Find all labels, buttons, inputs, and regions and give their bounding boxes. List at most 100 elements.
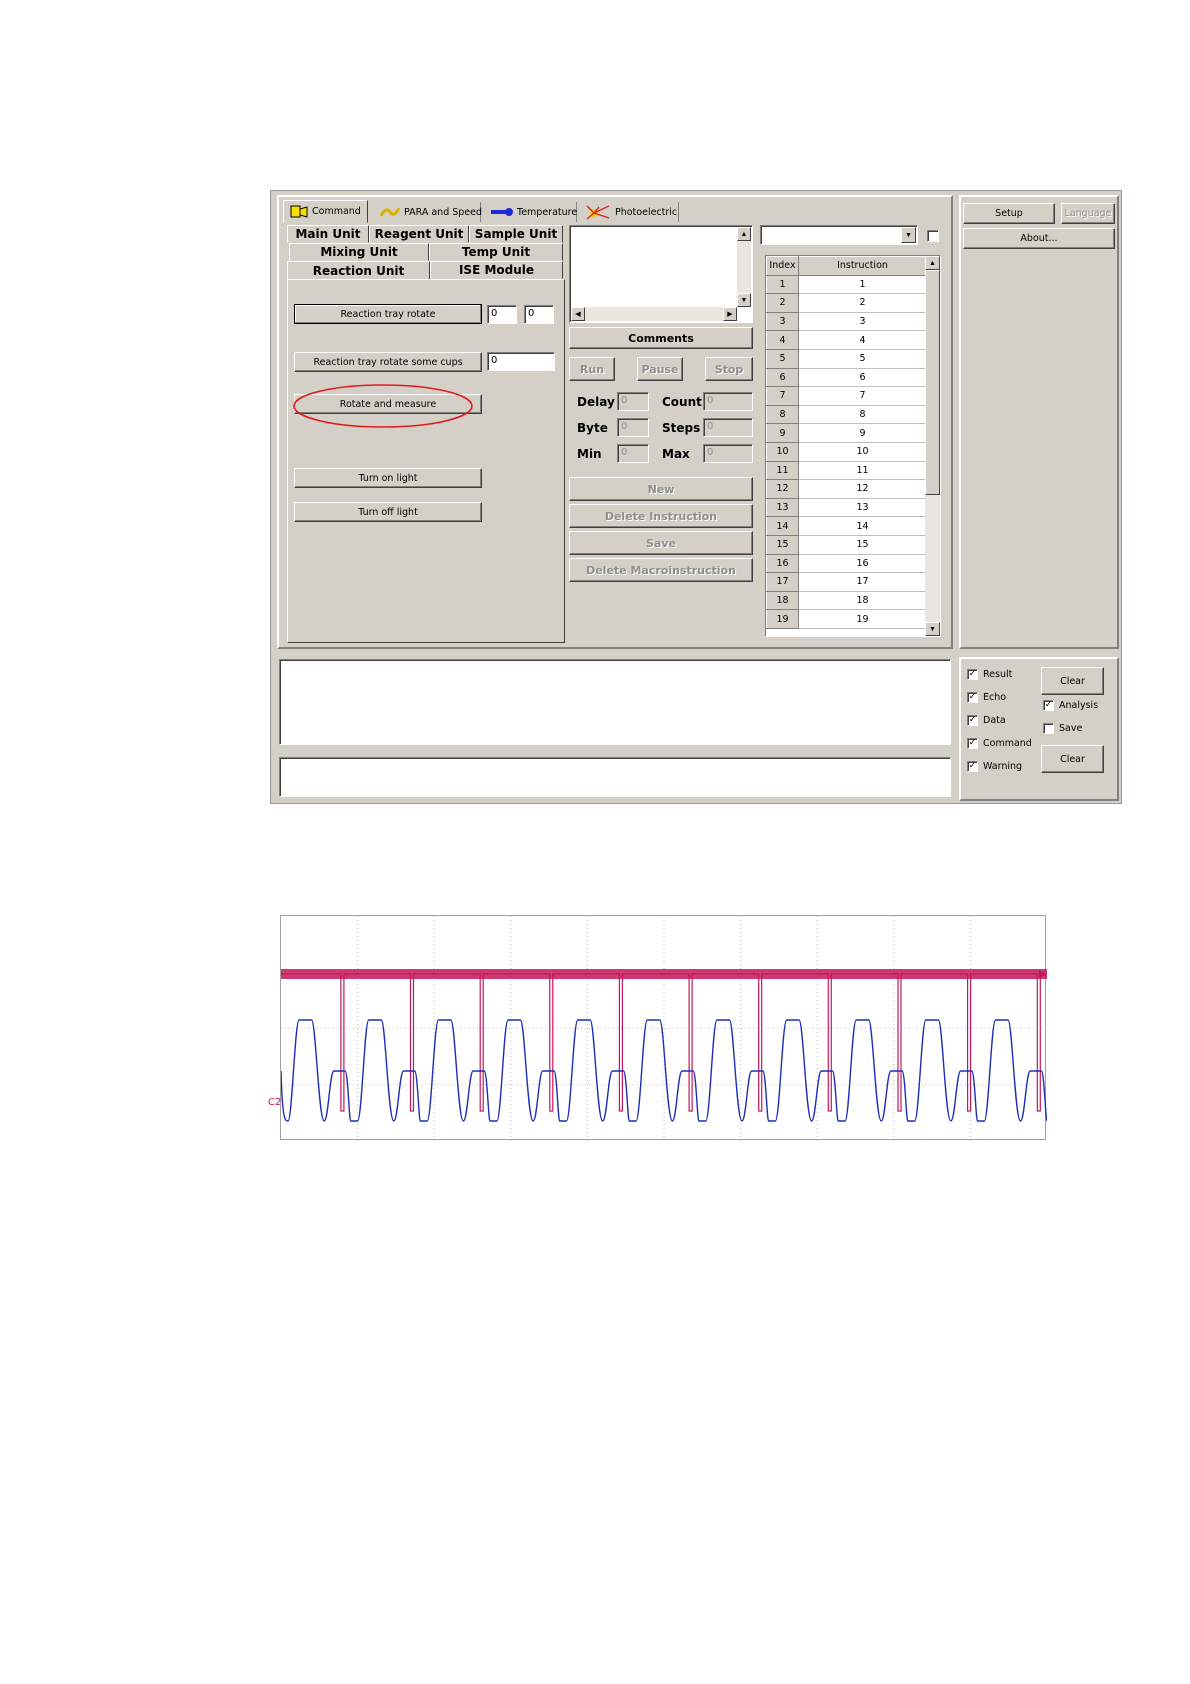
max-input[interactable]: 0 xyxy=(703,444,753,463)
log-output-area[interactable] xyxy=(279,659,951,745)
command-input-area[interactable] xyxy=(279,757,951,797)
row-instruction-cell[interactable]: 1 xyxy=(798,275,927,295)
tab-temp-unit[interactable]: Temp Unit xyxy=(429,243,563,261)
table-row[interactable]: 88 xyxy=(766,404,927,425)
comments-button[interactable]: Comments xyxy=(569,327,753,349)
language-button[interactable]: Language xyxy=(1061,203,1115,224)
data-checkbox[interactable]: ✓ Data xyxy=(967,715,1006,726)
instruction-dropdown[interactable]: ▼ xyxy=(760,225,918,245)
comments-hscrollbar[interactable]: ◀ ▶ xyxy=(571,307,737,321)
row-instruction-cell[interactable]: 9 xyxy=(798,423,927,443)
save-button[interactable]: Save xyxy=(569,531,753,555)
count-input[interactable]: 0 xyxy=(703,392,753,411)
rotate-value-2-input[interactable]: 0 xyxy=(524,305,554,324)
tab-reagent-unit[interactable]: Reagent Unit xyxy=(369,225,469,243)
comments-vscrollbar[interactable]: ▲ ▼ xyxy=(737,227,751,307)
turn-off-light-button[interactable]: Turn off light xyxy=(294,502,482,522)
row-instruction-cell[interactable]: 17 xyxy=(798,572,927,592)
table-row[interactable]: 22 xyxy=(766,293,927,313)
row-instruction-cell[interactable]: 16 xyxy=(798,554,927,574)
row-instruction-cell[interactable]: 13 xyxy=(798,498,927,518)
byte-input[interactable]: 0 xyxy=(617,418,649,437)
setup-button[interactable]: Setup xyxy=(963,203,1055,224)
tab-command[interactable]: Command xyxy=(283,200,368,223)
analysis-checkbox[interactable]: ✓ Analysis xyxy=(1043,700,1098,711)
row-instruction-cell[interactable]: 3 xyxy=(798,312,927,332)
tab-reaction-unit[interactable]: Reaction Unit xyxy=(287,261,430,279)
comments-textarea[interactable]: ▲ ▼ ◀ ▶ xyxy=(569,225,753,323)
clear-command-button[interactable]: Clear xyxy=(1041,745,1104,773)
run-button[interactable]: Run xyxy=(569,357,615,381)
table-row[interactable]: 12 12 xyxy=(766,479,927,499)
delete-instruction-button[interactable]: Delete Instruction xyxy=(569,504,753,528)
table-row[interactable]: 33 xyxy=(766,311,927,332)
tab-main-unit[interactable]: Main Unit xyxy=(287,225,369,243)
table-row[interactable]: 15 15 xyxy=(766,534,927,555)
delete-macroinstruction-button[interactable]: Delete Macroinstruction xyxy=(569,558,753,582)
table-row[interactable]: 14 14 xyxy=(766,516,927,536)
delay-input[interactable]: 0 xyxy=(617,392,649,411)
tab-sample-unit[interactable]: Sample Unit xyxy=(469,225,563,243)
column-header-instruction[interactable]: Instruction xyxy=(798,256,927,276)
save-checkbox[interactable]: Save xyxy=(1043,723,1082,734)
table-row[interactable]: 77 xyxy=(766,386,927,406)
row-instruction-cell[interactable]: 10 xyxy=(798,442,927,462)
echo-checkbox[interactable]: ✓ Echo xyxy=(967,692,1006,703)
table-row[interactable]: 19 19 xyxy=(766,609,927,629)
row-instruction-cell[interactable]: 4 xyxy=(798,330,927,350)
tab-para-speed[interactable]: PARA and Speed xyxy=(374,202,482,222)
scroll-up-arrow-icon[interactable]: ▲ xyxy=(737,227,751,241)
table-row[interactable]: 55 xyxy=(766,348,927,369)
reaction-tray-rotate-some-cups-button[interactable]: Reaction tray rotate some cups xyxy=(294,352,482,372)
tab-temperature[interactable]: Temperature xyxy=(483,202,577,222)
table-row[interactable]: 10 10 xyxy=(766,441,927,462)
new-button[interactable]: New xyxy=(569,477,753,501)
table-row[interactable]: 66 xyxy=(766,367,927,388)
about-button[interactable]: About... xyxy=(963,228,1115,249)
pause-button[interactable]: Pause xyxy=(637,357,683,381)
chevron-down-icon[interactable]: ▼ xyxy=(901,227,916,243)
tab-photoelectric[interactable]: Photoelectric xyxy=(579,202,679,222)
table-row[interactable]: 11 11 xyxy=(766,460,927,481)
row-instruction-cell[interactable]: 2 xyxy=(798,293,927,313)
rotate-value-1-input[interactable]: 0 xyxy=(487,305,517,324)
table-row[interactable]: 99 xyxy=(766,423,927,443)
clear-log-button[interactable]: Clear xyxy=(1041,667,1104,695)
table-row[interactable]: 13 13 xyxy=(766,497,927,518)
row-instruction-cell[interactable]: 12 xyxy=(798,479,927,499)
tab-ise-module[interactable]: ISE Module xyxy=(430,261,563,279)
row-instruction-cell[interactable]: 7 xyxy=(798,386,927,406)
table-scroll-up-icon[interactable]: ▲ xyxy=(925,256,940,270)
reaction-tray-rotate-button[interactable]: Reaction tray rotate xyxy=(294,304,482,324)
warning-checkbox[interactable]: ✓ Warning xyxy=(967,761,1022,772)
table-row[interactable]: 44 xyxy=(766,330,927,350)
row-instruction-cell[interactable]: 15 xyxy=(798,535,927,555)
row-instruction-cell[interactable]: 19 xyxy=(798,609,927,629)
row-instruction-cell[interactable]: 11 xyxy=(798,461,927,481)
rotate-some-cups-input[interactable]: 0 xyxy=(487,352,555,371)
min-input[interactable]: 0 xyxy=(617,444,649,463)
table-scroll-thumb[interactable] xyxy=(925,270,940,495)
result-checkbox[interactable]: ✓ Result xyxy=(967,669,1012,680)
command-checkbox[interactable]: ✓ Command xyxy=(967,738,1032,749)
column-header-index[interactable]: Index xyxy=(766,256,799,276)
instruction-checkbox[interactable] xyxy=(927,230,939,242)
row-instruction-cell[interactable]: 6 xyxy=(798,368,927,388)
table-row[interactable]: 18 18 xyxy=(766,590,927,611)
table-row[interactable]: 17 17 xyxy=(766,572,927,592)
stop-button[interactable]: Stop xyxy=(705,357,753,381)
scroll-down-arrow-icon[interactable]: ▼ xyxy=(737,293,751,307)
row-instruction-cell[interactable]: 18 xyxy=(798,591,927,611)
turn-on-light-button[interactable]: Turn on light xyxy=(294,468,482,488)
table-scroll-down-icon[interactable]: ▼ xyxy=(925,622,940,636)
table-row[interactable]: 16 16 xyxy=(766,553,927,574)
row-instruction-cell[interactable]: 8 xyxy=(798,405,927,425)
table-row[interactable]: 11 xyxy=(766,274,927,295)
steps-input[interactable]: 0 xyxy=(703,418,753,437)
row-instruction-cell[interactable]: 14 xyxy=(798,516,927,536)
row-instruction-cell[interactable]: 5 xyxy=(798,349,927,369)
tab-mixing-unit[interactable]: Mixing Unit xyxy=(289,243,429,261)
scroll-left-arrow-icon[interactable]: ◀ xyxy=(571,307,585,321)
table-vscrollbar[interactable]: ▲ ▼ xyxy=(925,256,940,636)
scroll-right-arrow-icon[interactable]: ▶ xyxy=(723,307,737,321)
